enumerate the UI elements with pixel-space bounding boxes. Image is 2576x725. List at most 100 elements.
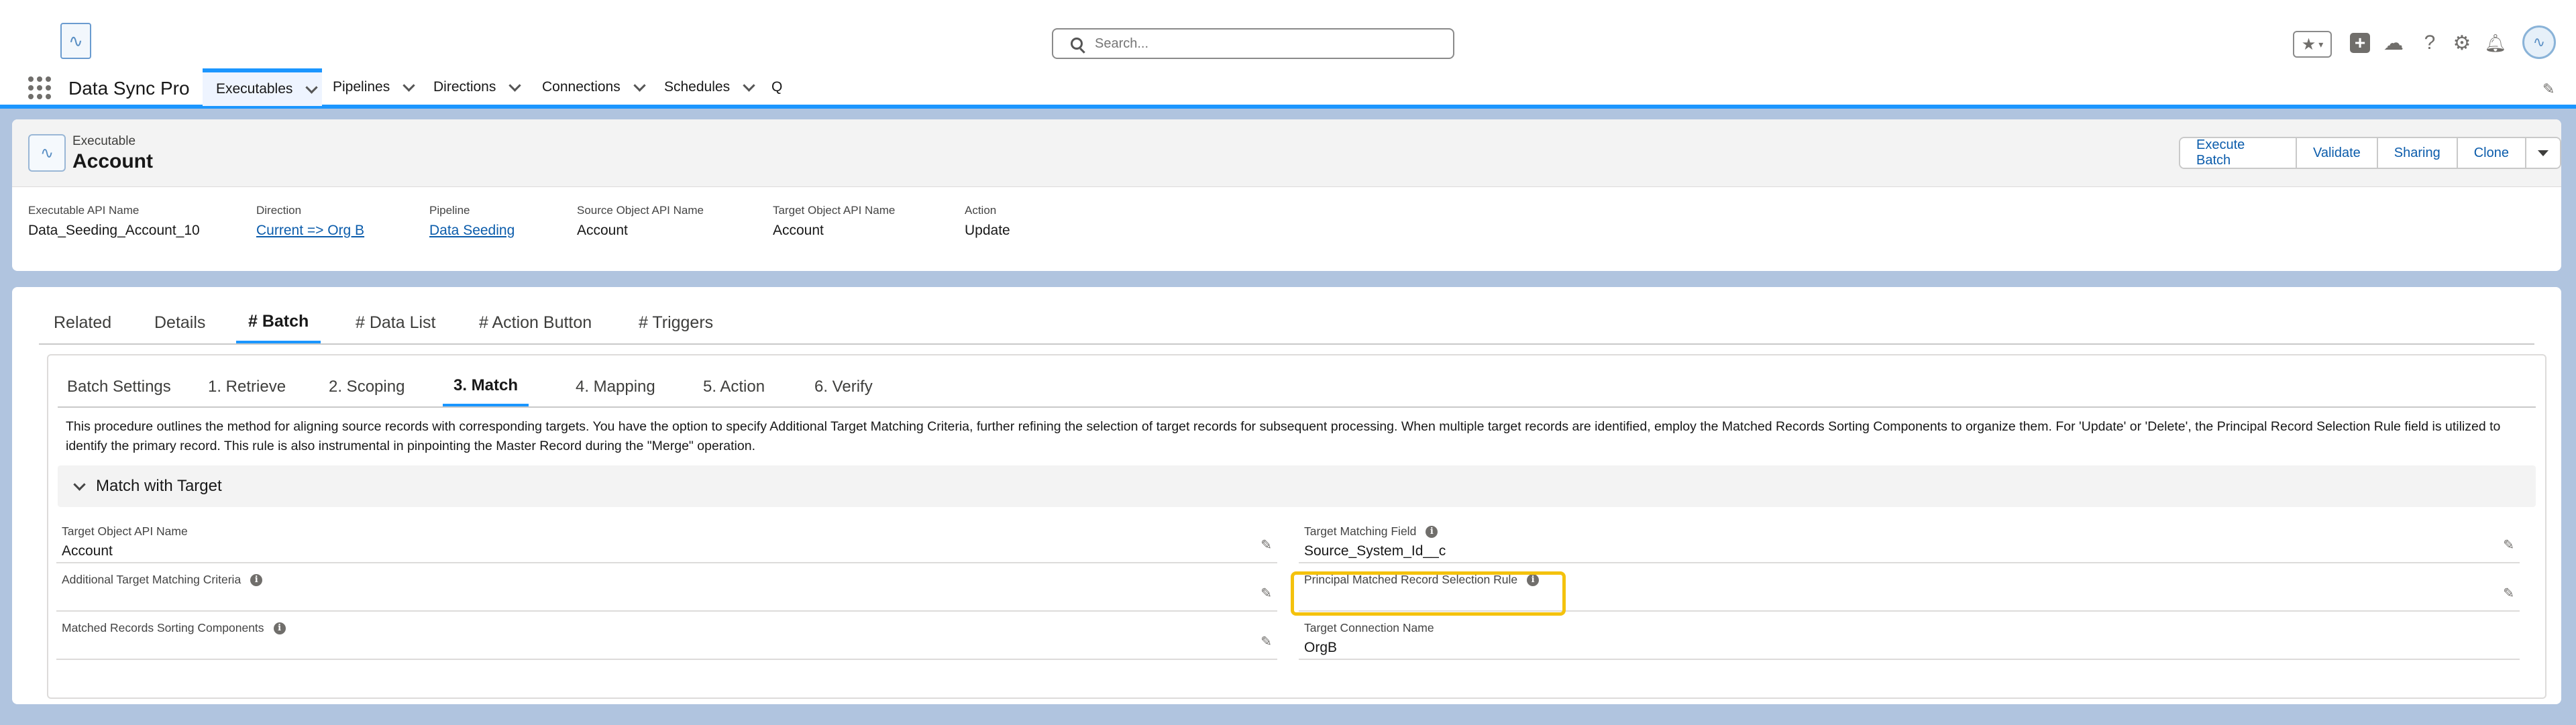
nav-item-pipelines[interactable]: Pipelines bbox=[333, 68, 415, 106]
app-launcher-icon[interactable] bbox=[28, 76, 51, 99]
field-value: Account bbox=[773, 223, 824, 238]
record-header: ∿ Executable Account Execute Batch Valid… bbox=[12, 119, 2561, 271]
field-value: Account bbox=[62, 543, 113, 559]
nav-item-executables[interactable]: Executables bbox=[203, 68, 322, 106]
field-label: Additional Target Matching Criteria i bbox=[62, 573, 263, 587]
nav-item-label: Pipelines bbox=[333, 79, 390, 95]
edit-pencil-icon[interactable]: ✎ bbox=[2503, 585, 2514, 602]
cloud-icon: ☁ bbox=[2383, 32, 2404, 54]
field-label: Source Object API Name bbox=[577, 204, 704, 217]
tab-batch[interactable]: # Batch bbox=[236, 302, 321, 343]
app-name: Data Sync Pro bbox=[68, 78, 190, 99]
edit-pencil-icon[interactable]: ✎ bbox=[1260, 633, 1272, 650]
field-label: Direction bbox=[256, 204, 302, 217]
info-icon[interactable]: i bbox=[273, 622, 286, 634]
chevron-down-icon[interactable] bbox=[743, 78, 755, 92]
record-icon: ∿ bbox=[28, 134, 66, 172]
match-description-line: This procedure outlines the method for a… bbox=[66, 419, 2501, 434]
header-field-pipeline: Pipeline Data Seeding bbox=[429, 204, 515, 239]
record-header-top: ∿ Executable Account Execute Batch Valid… bbox=[12, 119, 2561, 187]
info-icon[interactable]: i bbox=[250, 573, 263, 586]
field-value: Source_System_Id__c bbox=[1304, 543, 1446, 559]
record-actions: Execute Batch Validate Sharing Clone bbox=[2179, 137, 2561, 169]
chevron-down-icon: ▾ bbox=[2318, 38, 2324, 50]
field-label: Pipeline bbox=[429, 204, 470, 217]
nav-item-label: Executables bbox=[216, 81, 293, 97]
nav-item-connections[interactable]: Connections bbox=[542, 68, 646, 106]
match-description-line: identify the primary record. This rule i… bbox=[66, 439, 755, 453]
global-actions-button[interactable]: + bbox=[2345, 28, 2375, 58]
chevron-down-icon[interactable] bbox=[402, 78, 415, 92]
tab-related[interactable]: Related bbox=[54, 302, 111, 343]
field-target-matching-field: Target Matching Field i Source_System_Id_… bbox=[1299, 520, 2520, 563]
tab-action-button[interactable]: # Action Button bbox=[479, 302, 592, 343]
avatar[interactable]: ∿ bbox=[2522, 25, 2556, 59]
notifications-button[interactable]: 🔔︎ bbox=[2481, 28, 2510, 58]
validate-button[interactable]: Validate bbox=[2297, 138, 2378, 168]
field-label: Target Connection Name bbox=[1304, 621, 1434, 634]
section-match-with-target[interactable]: Match with Target bbox=[58, 465, 2536, 507]
tab-data-list[interactable]: # Data List bbox=[356, 302, 436, 343]
chevron-down-icon[interactable] bbox=[633, 78, 646, 92]
tab-details[interactable]: Details bbox=[154, 302, 205, 343]
nav-item-label: Connections bbox=[542, 79, 621, 95]
star-icon: ★ bbox=[2301, 35, 2316, 54]
batch-step-tabs: Batch Settings 1. Retrieve 2. Scoping 3.… bbox=[58, 368, 2536, 408]
tab-scoping[interactable]: 2. Scoping bbox=[329, 368, 405, 406]
global-search[interactable] bbox=[1052, 28, 1454, 59]
trailhead-button[interactable]: ☁ bbox=[2379, 28, 2408, 58]
execute-batch-button[interactable]: Execute Batch bbox=[2180, 138, 2297, 168]
section-title: Match with Target bbox=[96, 477, 222, 495]
search-input[interactable] bbox=[1093, 35, 1445, 52]
chevron-down-icon[interactable] bbox=[508, 78, 522, 92]
edit-pencil-icon[interactable]: ✎ bbox=[1260, 537, 1272, 553]
field-matched-records-sorting-components: Matched Records Sorting Components i ✎ bbox=[56, 617, 1277, 660]
chevron-down-icon bbox=[73, 478, 86, 491]
highlight-box bbox=[1291, 571, 1566, 616]
org-logo[interactable]: ∿ bbox=[60, 23, 91, 59]
field-value: OrgB bbox=[1304, 640, 1338, 655]
question-icon: ? bbox=[2424, 32, 2436, 54]
help-button[interactable]: ? bbox=[2415, 28, 2445, 58]
field-value: Update bbox=[965, 223, 1010, 238]
plus-square-icon: + bbox=[2350, 32, 2370, 53]
nav-item-schedules[interactable]: Schedules bbox=[664, 68, 755, 106]
pipeline-link[interactable]: Data Seeding bbox=[429, 223, 515, 239]
direction-link[interactable]: Current => Org B bbox=[256, 223, 364, 239]
clone-button[interactable]: Clone bbox=[2457, 138, 2526, 168]
tab-match[interactable]: 3. Match bbox=[443, 368, 529, 406]
tab-verify[interactable]: 6. Verify bbox=[814, 368, 873, 406]
edit-nav-pencil-icon[interactable]: ✎ bbox=[2542, 80, 2555, 98]
header-field-direction: Direction Current => Org B bbox=[256, 204, 364, 239]
field-value: Account bbox=[577, 223, 628, 238]
field-label: Matched Records Sorting Components i bbox=[62, 621, 286, 635]
edit-pencil-icon[interactable]: ✎ bbox=[2503, 537, 2514, 553]
sharing-button[interactable]: Sharing bbox=[2377, 138, 2458, 168]
tab-mapping[interactable]: 4. Mapping bbox=[576, 368, 655, 406]
tab-triggers[interactable]: # Triggers bbox=[639, 302, 713, 343]
org-logo-icon: ∿ bbox=[60, 23, 91, 59]
header-field-executable-api-name: Executable API Name Data_Seeding_Account… bbox=[28, 204, 200, 239]
field-label: Target Object API Name bbox=[773, 204, 896, 217]
field-label: Action bbox=[965, 204, 997, 217]
favorites-button[interactable]: ★ ▾ bbox=[2293, 31, 2332, 58]
bell-icon: 🔔︎ bbox=[2484, 32, 2507, 53]
edit-pencil-icon[interactable]: ✎ bbox=[1260, 585, 1272, 602]
more-actions-button[interactable] bbox=[2526, 138, 2560, 168]
header-field-source-object: Source Object API Name Account bbox=[577, 204, 704, 239]
nav-item-directions[interactable]: Directions bbox=[433, 68, 522, 106]
record-type: Executable bbox=[72, 134, 136, 148]
chevron-down-icon[interactable] bbox=[305, 80, 319, 94]
record-name: Account bbox=[72, 150, 153, 172]
match-description: This procedure outlines the method for a… bbox=[66, 417, 2534, 456]
nav-item-q[interactable]: Q bbox=[771, 68, 782, 106]
nav-item-label: Directions bbox=[433, 79, 496, 95]
tab-action[interactable]: 5. Action bbox=[703, 368, 765, 406]
setup-button[interactable]: ⚙ bbox=[2447, 28, 2477, 58]
tab-batch-settings[interactable]: Batch Settings bbox=[67, 368, 171, 406]
record-tabs: Related Details # Batch # Data List # Ac… bbox=[39, 302, 2534, 345]
field-label: Target Object API Name bbox=[62, 524, 188, 538]
tab-retrieve[interactable]: 1. Retrieve bbox=[208, 368, 286, 406]
info-icon[interactable]: i bbox=[1426, 525, 1438, 538]
search-icon bbox=[1071, 38, 1083, 50]
